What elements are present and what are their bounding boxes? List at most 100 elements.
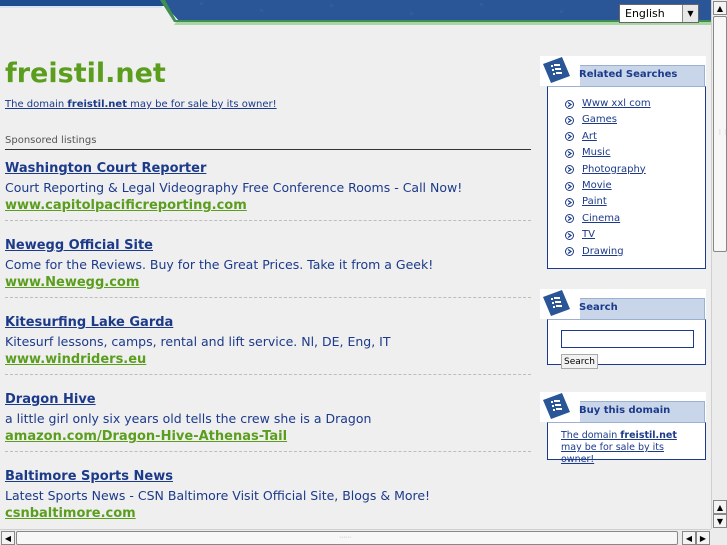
list-item[interactable]: Www xxl com (565, 96, 705, 112)
grip-icon: ⋯⋯ (339, 534, 351, 541)
scroll-up-button[interactable]: ▲ (713, 1, 727, 15)
list-item[interactable]: Photography (565, 162, 705, 178)
buy-suffix: may be for sale by its owner! (561, 442, 664, 465)
search-input[interactable] (561, 330, 694, 348)
listing-desc: Latest Sports News - CSN Baltimore Visit… (5, 488, 431, 503)
arrow-right-icon (565, 230, 574, 240)
list-item[interactable]: Drawing (565, 244, 705, 260)
listing-title[interactable]: Washington Court Reporter (5, 160, 531, 178)
listing-title[interactable]: Kitesurfing Lake Garda (5, 314, 531, 332)
list-icon (540, 56, 580, 86)
listing-url[interactable]: www.Newegg.com (5, 274, 531, 292)
vertical-scrollbar[interactable]: ▲ ⋮⋮ ▲ ▼ (711, 0, 727, 529)
listing-desc: Come for the Reviews. Buy for the Great … (5, 257, 434, 272)
scroll-up-button[interactable]: ▲ (713, 500, 727, 514)
panel-title: Buy this domain (579, 405, 671, 416)
scroll-down-button[interactable]: ▼ (713, 514, 727, 528)
listing-item: Dragon Hive a little girl only six years… (5, 391, 531, 452)
related-link[interactable]: Games (582, 112, 617, 128)
search-button[interactable]: Search (561, 354, 598, 369)
search-panel: Search Search (540, 289, 706, 369)
arrow-right-icon (565, 116, 574, 126)
listing-title[interactable]: Newegg Official Site (5, 237, 531, 255)
language-value: English (625, 7, 665, 20)
listing-desc: a little girl only six years old tells t… (5, 411, 372, 426)
list-item[interactable]: Games (565, 112, 705, 128)
related-link[interactable]: Paint (582, 194, 607, 210)
arrow-right-icon (565, 132, 574, 142)
top-banner: English ▼ (0, 0, 711, 27)
listing-url[interactable]: csnbaltimore.com (5, 505, 531, 523)
divider (5, 149, 531, 150)
arrow-right-icon (565, 165, 574, 175)
panel-header: Search (540, 289, 706, 319)
listing-url[interactable]: www.windriders.eu (5, 351, 531, 369)
scroll-corner (711, 529, 727, 545)
scroll-right-button[interactable]: ▶ (696, 531, 710, 545)
listing-desc: Kitesurf lessons, camps, rental and lift… (5, 334, 391, 349)
language-select[interactable]: English ▼ (619, 4, 699, 23)
arrow-right-icon (565, 148, 574, 158)
scroll-left-button[interactable]: ◀ (682, 531, 696, 545)
related-link[interactable]: Music (582, 145, 610, 161)
listing-title[interactable]: Baltimore Sports News (5, 468, 531, 486)
main-content: freistil.net The domain freistil.net may… (5, 56, 531, 521)
divider (5, 451, 531, 452)
buy-domain: freistil.net (620, 430, 677, 441)
list-item[interactable]: Movie (565, 178, 705, 194)
listing-title[interactable]: Dragon Hive (5, 391, 531, 409)
panel-body: Www xxl com Games Art Music Photography … (547, 86, 706, 269)
related-link[interactable]: Movie (582, 178, 612, 194)
related-list: Www xxl com Games Art Music Photography … (548, 87, 705, 266)
sale-domain: freistil.net (67, 99, 127, 110)
list-item[interactable]: Art (565, 129, 705, 145)
domain-title: freistil.net (5, 58, 166, 89)
buy-domain-panel: Buy this domain The domain freistil.net … (540, 392, 706, 465)
list-item[interactable]: Music (565, 145, 705, 161)
list-item[interactable]: TV (565, 227, 705, 243)
arrow-right-icon (565, 181, 574, 191)
scroll-thumb[interactable]: ⋮⋮ (713, 16, 727, 252)
arrow-right-icon (565, 247, 574, 257)
divider (5, 220, 531, 221)
chevron-down-icon[interactable]: ▼ (682, 5, 698, 22)
listing-item: Baltimore Sports News Latest Sports News… (5, 468, 531, 523)
related-searches-panel: Related Searches Www xxl com Games Art M… (540, 56, 706, 269)
arrow-right-icon (565, 198, 574, 208)
listing-item: Washington Court Reporter Court Reportin… (5, 160, 531, 221)
panel-header: Related Searches (540, 56, 706, 86)
related-link[interactable]: Www xxl com (582, 96, 651, 112)
sale-prefix: The domain (5, 99, 68, 110)
related-link[interactable]: TV (582, 227, 595, 243)
related-link[interactable]: Drawing (582, 244, 624, 260)
panel-body: Search (547, 319, 706, 369)
banner-graphic (0, 0, 711, 27)
list-item[interactable]: Cinema (565, 211, 705, 227)
related-link[interactable]: Photography (582, 162, 646, 178)
listing-item: Kitesurfing Lake Garda Kitesurf lessons,… (5, 314, 531, 375)
related-link[interactable]: Cinema (582, 211, 620, 227)
listing-url[interactable]: amazon.com/Dragon-Hive-Athenas-Tail (5, 428, 531, 446)
arrow-right-icon (565, 99, 574, 109)
sale-link[interactable]: The domain freistil.net may be for sale … (5, 99, 277, 110)
panel-title: Related Searches (579, 69, 678, 80)
listing-desc: Court Reporting & Legal Videography Free… (5, 180, 463, 195)
arrow-right-icon (565, 214, 574, 224)
grip-icon: ⋮⋮ (717, 129, 727, 136)
sale-suffix: may be for sale by its owner! (126, 99, 277, 110)
panel-title: Search (579, 302, 618, 313)
list-item[interactable]: Paint (565, 194, 705, 210)
divider (5, 297, 531, 298)
horizontal-scrollbar[interactable]: ◀ ⋯⋯ ◀ ▶ (0, 529, 711, 545)
divider (5, 374, 531, 375)
buy-domain-link[interactable]: The domain freistil.net may be for sale … (547, 422, 706, 465)
buy-prefix: The domain (561, 430, 621, 441)
scroll-thumb[interactable]: ⋯⋯ (16, 531, 678, 545)
list-icon (540, 392, 580, 422)
related-link[interactable]: Art (582, 129, 597, 145)
sponsored-label: Sponsored listings (5, 135, 97, 146)
listing-url[interactable]: www.capitolpacificreporting.com (5, 197, 531, 215)
listing-item: Newegg Official Site Come for the Review… (5, 237, 531, 298)
scroll-left-button[interactable]: ◀ (1, 531, 15, 545)
panel-header: Buy this domain (540, 392, 706, 422)
